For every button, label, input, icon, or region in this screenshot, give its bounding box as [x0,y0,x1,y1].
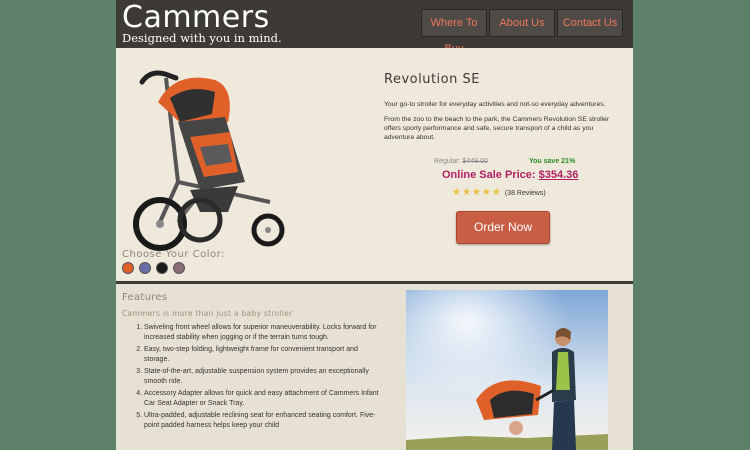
page: Cammers Designed with you in mind. Where… [116,0,633,450]
regular-price-label: Regular: [434,158,461,165]
color-swatch-black[interactable] [156,262,168,274]
color-swatches [122,262,185,274]
description-paragraph: From the zoo to the beach to the park, t… [384,116,610,141]
sale-price-value[interactable]: $354.36 [539,169,579,181]
star-icon: ★ [471,187,481,198]
list-item: Ultra-padded, adjustable reclining seat … [144,411,382,431]
star-icon: ★ [452,187,461,198]
product-section: Choose Your Color: Revolution SE Your go… [116,48,633,284]
star-icon: ★ [481,187,491,198]
sale-price: Online Sale Price: $354.36 [442,169,578,181]
nav-contact-us[interactable]: Contact Us [557,9,623,37]
color-swatch-orange[interactable] [122,262,134,274]
features-title: Features [122,292,168,303]
rating: ★ ★ ★ ★ ★ (38 Reviews) [452,188,546,198]
list-item: State-of-the-art, adjustable suspension … [144,367,382,387]
nav-where-to-buy[interactable]: Where To Buy [421,9,487,55]
savings-badge: You save 21% [529,158,576,165]
nav-about-us[interactable]: About Us [489,9,555,37]
product-title: Revolution SE [384,72,480,87]
list-item: Swiveling front wheel allows for superio… [144,323,382,343]
tagline: Designed with you in mind. [122,31,282,45]
description-paragraph: Your go-to stroller for everyday activit… [384,101,606,108]
star-icon: ★ [461,187,471,198]
features-list: Swiveling front wheel allows for superio… [130,323,382,433]
color-swatch-mauve[interactable] [173,262,185,274]
color-swatch-blue[interactable] [139,262,151,274]
lifestyle-photo [406,290,608,450]
sale-price-label: Online Sale Price: [442,169,536,181]
main-nav: Where To Buy About Us Contact Us [421,9,623,55]
stroller-image [133,70,285,251]
regular-price: Regular: $449.00 [434,158,488,165]
reviews-count[interactable]: (38 Reviews) [505,190,546,197]
list-item: Easy, two-step folding, lightweight fram… [144,345,382,365]
features-subtitle: Cammers is more than just a baby strolle… [122,309,293,318]
star-icon: ★ [491,187,501,198]
site-logo[interactable]: Cammers [122,2,270,34]
order-now-button[interactable]: Order Now [456,211,550,244]
features-section: Features Cammers is more than just a bab… [116,284,633,450]
product-description: Your go-to stroller for everyday activit… [384,100,624,148]
choose-color-label: Choose Your Color: [122,249,225,260]
site-header: Cammers Designed with you in mind. Where… [116,0,633,55]
list-item: Accessory Adapter allows for quick and e… [144,389,382,409]
regular-price-value: $449.00 [462,158,488,165]
